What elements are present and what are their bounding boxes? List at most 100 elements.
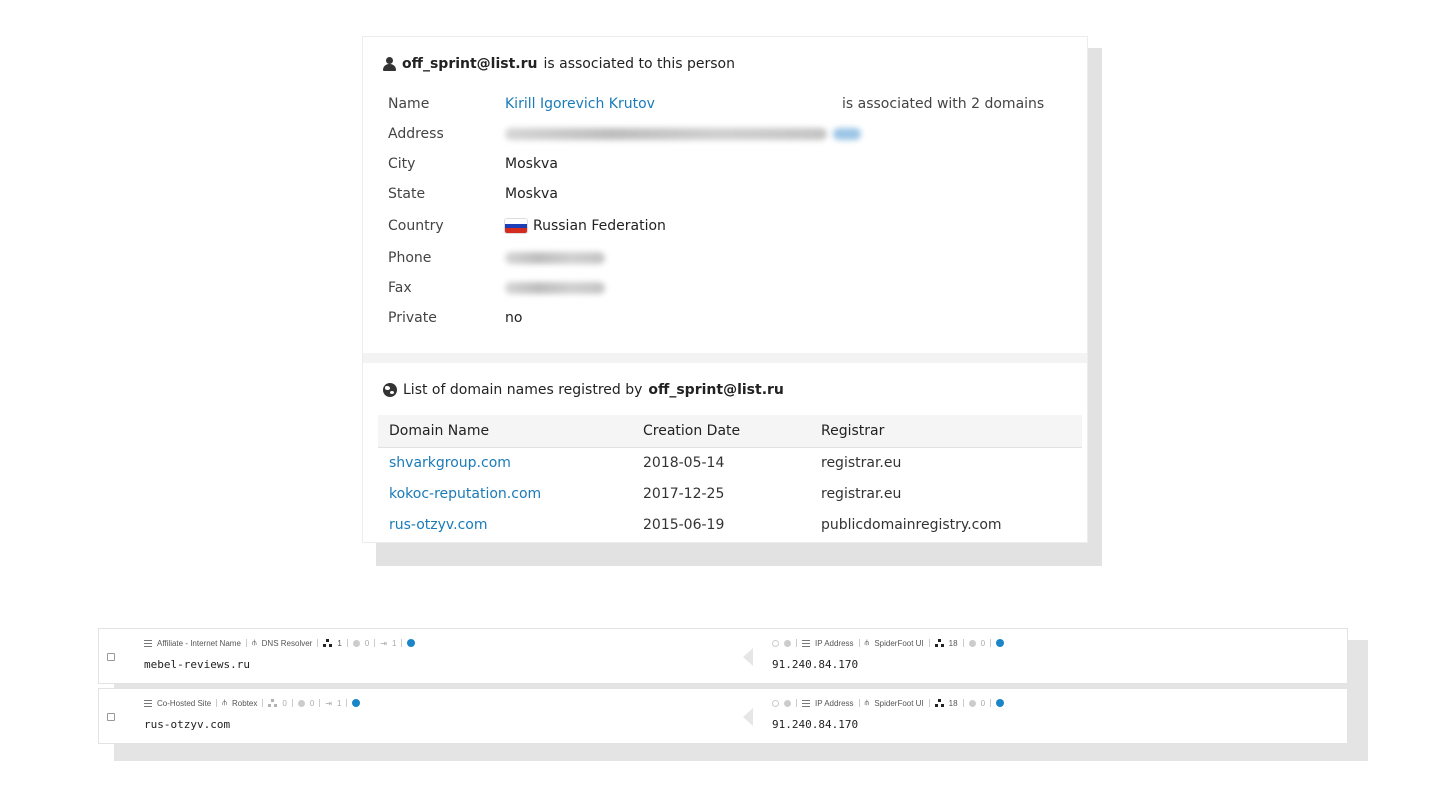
false-positive-icon[interactable] [968,639,976,647]
event-type: IP Address [815,638,854,648]
registrar: publicdomainregistry.com [821,516,1002,533]
result-row: Affiliate - Internet Name ⫛ DNS Resolver… [98,628,1348,684]
table-row: rus-otzyv.com 2015-06-19 publicdomainreg… [378,509,1082,540]
table-header-row: Domain Name Creation Date Registrar [378,415,1082,447]
circle-icon[interactable] [784,639,791,647]
count-3: 1 [391,638,397,648]
right-meta: IP Address ⫛ SpiderFoot UI 18 0 [772,698,1005,708]
left-arrow-icon [743,648,753,666]
spiderfoot-panel-wrap: Affiliate - Internet Name ⫛ DNS Resolver… [98,628,1368,761]
country-label: Country [388,218,444,234]
state-value: Moskva [505,186,558,202]
person-info: is associated with 2 domains Name Kirill… [383,89,1067,333]
user-icon [383,57,396,71]
country-value: Russian Federation [505,218,666,234]
module-name: SpiderFoot UI [874,698,924,708]
children-tree-icon[interactable] [323,639,333,647]
phone-label: Phone [388,250,432,266]
city-value: Moskva [505,156,558,172]
module-icon: ⫛ [222,698,228,707]
row-checkbox[interactable] [107,653,115,661]
module-name: DNS Resolver [261,638,313,648]
domains-table: Domain Name Creation Date Registrar shva… [378,415,1082,540]
phone-value-redacted [505,252,605,264]
count-2: 0 [980,698,986,708]
circle-outline-icon[interactable] [772,699,779,707]
row-checkbox[interactable] [107,713,115,721]
creation-date: 2017-12-25 [643,485,725,502]
fax-label: Fax [388,280,412,296]
city-row: City Moskva [383,149,1067,179]
children-tree-icon[interactable] [934,639,944,647]
module-icon: ⫛ [864,638,870,647]
type-list-icon [802,639,810,647]
false-positive-icon[interactable] [352,639,360,647]
name-label: Name [388,96,430,112]
name-link[interactable]: Kirill Igorevich Krutov [505,96,655,112]
source-arrow-icon[interactable]: ⇥ [325,699,332,708]
address-value-redacted [505,128,861,140]
left-value[interactable]: rus-otzyv.com [144,718,230,731]
fax-value-redacted [505,282,605,294]
left-meta: Affiliate - Internet Name ⫛ DNS Resolver… [144,638,416,648]
count-2: 0 [364,638,370,648]
info-icon[interactable] [996,639,1005,647]
domain-link[interactable]: rus-otzyv.com [378,509,632,540]
domain-link[interactable]: kokoc-reputation.com [378,478,632,509]
country-row: Country Russian Federation [383,209,1067,243]
info-icon[interactable] [996,699,1005,707]
domains-title-email: off_sprint@list.ru [648,382,784,398]
result-row: Co-Hosted Site ⫛ Robtex 0 0 ⇥ 1 rus-otzy… [98,688,1348,744]
private-value: no [505,310,523,326]
left-value[interactable]: mebel-reviews.ru [144,658,250,671]
private-label: Private [388,310,437,326]
right-value[interactable]: 91.240.84.170 [772,718,858,731]
event-type: Co-Hosted Site [157,698,212,708]
city-label: City [388,156,416,172]
whois-card: off_sprint@list.ru is associated to this… [362,36,1088,543]
children-count: 18 [948,698,958,708]
module-name: Robtex [232,698,258,708]
person-section-title: off_sprint@list.ru is associated to this… [383,53,1067,75]
domain-link[interactable]: shvarkgroup.com [378,447,632,478]
domains-section-title: List of domain names registred by off_sp… [383,379,1067,401]
info-icon[interactable] [407,639,416,647]
redacted-blur [505,282,605,294]
children-tree-icon[interactable] [268,699,278,707]
source-arrow-icon[interactable]: ⇥ [380,639,387,648]
address-row: Address [383,119,1067,149]
children-tree-icon[interactable] [934,699,944,707]
domains-title-prefix: List of domain names registred by [403,382,643,398]
fax-row: Fax [383,273,1067,303]
table-row: shvarkgroup.com 2018-05-14 registrar.eu [378,447,1082,478]
false-positive-icon[interactable] [297,699,305,707]
circle-icon[interactable] [784,699,791,707]
module-icon: ⫛ [251,638,257,647]
registrar: registrar.eu [821,485,902,502]
children-count: 1 [337,638,342,648]
private-row: Private no [383,303,1067,333]
column-header-registrar[interactable]: Registrar [810,415,1082,447]
left-arrow-icon [743,708,753,726]
info-icon[interactable] [352,699,361,707]
registrar: registrar.eu [821,454,902,471]
associated-domains-note: is associated with 2 domains [842,96,1045,112]
creation-date: 2018-05-14 [643,454,725,471]
circle-outline-icon[interactable] [772,639,779,647]
count-2: 0 [980,638,986,648]
redacted-blur [505,252,605,264]
address-label: Address [388,126,444,142]
count-2: 0 [309,698,315,708]
column-header-creation-date[interactable]: Creation Date [632,415,810,447]
module-icon: ⫛ [864,698,870,707]
person-section: off_sprint@list.ru is associated to this… [363,37,1087,353]
column-header-domain[interactable]: Domain Name [378,415,632,447]
type-list-icon [144,639,152,647]
russia-flag-icon [505,219,527,233]
left-meta: Co-Hosted Site ⫛ Robtex 0 0 ⇥ 1 [144,698,361,708]
false-positive-icon[interactable] [968,699,976,707]
event-type: IP Address [815,698,854,708]
right-value[interactable]: 91.240.84.170 [772,658,858,671]
right-meta: IP Address ⫛ SpiderFoot UI 18 0 [772,638,1005,648]
redacted-link-blur [833,128,861,140]
